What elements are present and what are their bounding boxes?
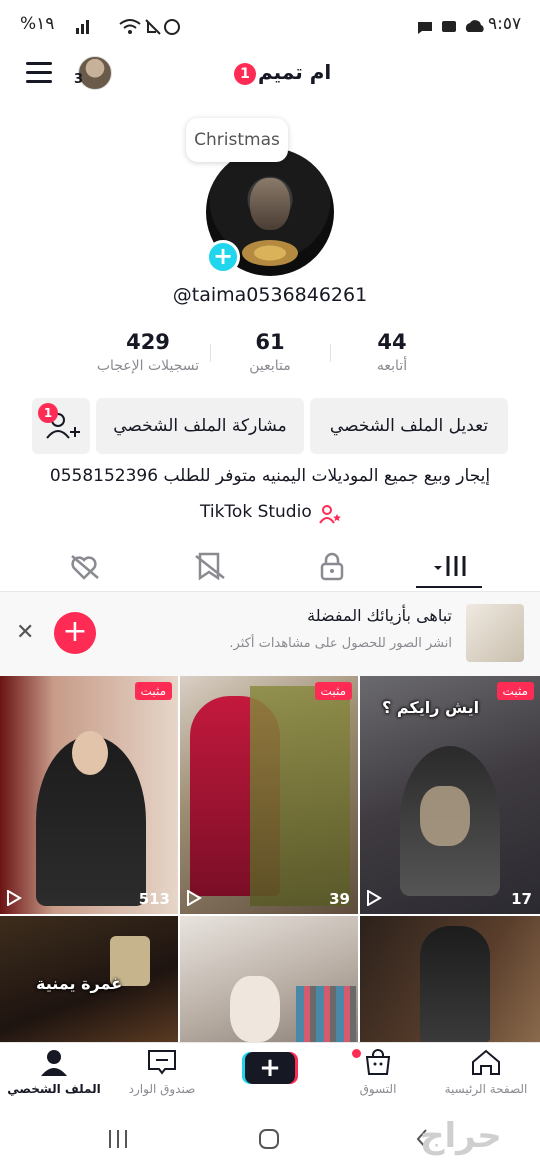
edit-profile-button[interactable]: تعديل الملف الشخصي <box>310 398 508 454</box>
nav-shop[interactable]: التسوق <box>328 1048 428 1096</box>
video-overlay-text: ايش رايكم ؟ <box>382 698 480 717</box>
play-icon <box>367 890 382 906</box>
stat-value: 429 <box>126 330 170 354</box>
avatar-face <box>250 178 290 230</box>
shop-notification-dot <box>352 1049 361 1058</box>
recents-icon[interactable] <box>106 1128 130 1150</box>
liked-hidden-icon <box>71 555 99 580</box>
stat-label: متابعين <box>249 358 291 374</box>
notification-icons <box>418 20 484 34</box>
nav-label: صندوق الوارد <box>128 1082 196 1096</box>
nav-home[interactable]: الصفحة الرئيسية <box>436 1048 536 1096</box>
tiktok-studio-link[interactable]: TikTok Studio <box>200 502 312 522</box>
shop-bag-icon <box>365 1049 391 1075</box>
profile-bio: إيجار وبيع جميع الموديلات اليمنيه متوفر … <box>49 466 491 486</box>
tab-videos[interactable] <box>432 548 472 584</box>
video-tile[interactable]: مثبت 39 <box>180 676 358 914</box>
stat-following[interactable]: 44 أتابعه <box>322 330 462 374</box>
clock: ٩:٥٧ <box>488 14 522 34</box>
nav-label: الصفحة الرئيسية <box>444 1082 528 1096</box>
avatar-hands <box>242 240 298 266</box>
video-tile[interactable] <box>180 916 358 1042</box>
tile-face <box>72 731 108 775</box>
nav-inbox[interactable]: صندوق الوارد <box>112 1048 212 1096</box>
video-tile[interactable]: مثبت 513 <box>0 676 178 914</box>
home-icon <box>472 1049 500 1075</box>
stat-value: 44 <box>377 330 407 354</box>
battery-level: %١٩ <box>20 14 55 34</box>
pinned-badge: مثبت <box>134 682 172 700</box>
tile-figure <box>230 976 280 1042</box>
promo-subtitle: انشر الصور للحصول على مشاهدات أكثر. <box>229 636 452 651</box>
wifi-icon <box>119 19 141 29</box>
signal-icon <box>76 20 89 34</box>
status-bar: %١٩ ٩:٥٧ <box>0 0 540 52</box>
profile-note-bubble[interactable]: Christmas <box>186 118 288 162</box>
nav-label: التسوق <box>359 1082 397 1096</box>
profile-name-title[interactable]: ام تميم <box>258 60 331 84</box>
watermark-logo: حراج <box>420 1116 502 1156</box>
stat-value: 61 <box>255 330 285 354</box>
home-button-icon[interactable] <box>258 1128 280 1150</box>
pinned-badge: مثبت <box>314 682 352 700</box>
stat-label: تسجيلات الإعجاب <box>96 358 200 374</box>
nav-profile[interactable]: الملف الشخصي <box>4 1048 104 1096</box>
stat-label: أتابعه <box>376 358 408 374</box>
inbox-icon <box>148 1050 176 1075</box>
video-icon <box>442 21 456 32</box>
system-nav-bar: حراج <box>0 1110 540 1170</box>
tile-rack <box>296 986 356 1042</box>
studio-person-icon <box>319 505 341 524</box>
view-count: 513 <box>138 890 170 908</box>
create-button[interactable]: + <box>242 1050 298 1086</box>
view-count: 39 <box>329 890 350 908</box>
alarm-icon <box>164 19 180 35</box>
tile-figure <box>420 926 490 1042</box>
profile-person-icon <box>41 1050 67 1076</box>
promo-thumbnail <box>466 604 524 662</box>
account-count: 3 <box>74 72 84 87</box>
promo-title: تباهى بأزيائك المفضلة <box>307 606 452 625</box>
play-icon <box>7 890 22 906</box>
tile-veil <box>420 786 470 846</box>
nav-label: الملف الشخصي <box>7 1082 101 1096</box>
content-tabs <box>0 540 540 592</box>
profile-handle: @taima0536846261 <box>172 284 368 306</box>
video-tile[interactable]: غمرة يمنية <box>0 916 178 1042</box>
cloud-icon <box>465 20 484 32</box>
close-icon[interactable]: ✕ <box>16 620 34 645</box>
stat-followers[interactable]: 61 متابعين <box>200 330 340 374</box>
account-switch-avatar[interactable] <box>78 56 112 90</box>
favorites-hidden-icon <box>195 552 225 581</box>
view-count: 17 <box>511 890 532 908</box>
mute-icon <box>145 19 161 35</box>
stat-likes[interactable]: 429 تسجيلات الإعجاب <box>78 330 218 374</box>
tab-favorites[interactable] <box>190 548 230 584</box>
grid-icon <box>434 556 466 576</box>
promo-add-button[interactable]: + <box>54 612 96 654</box>
play-icon <box>187 890 202 906</box>
add-friend-badge: 1 <box>38 403 58 423</box>
add-story-icon[interactable]: + <box>206 240 240 274</box>
tab-liked[interactable] <box>64 548 104 584</box>
chat-icon <box>418 22 432 34</box>
tile-shawl <box>250 686 350 906</box>
tab-private[interactable] <box>312 548 352 584</box>
create-plus-label: + <box>259 1053 281 1083</box>
video-overlay-text: غمرة يمنية <box>36 974 123 993</box>
share-profile-button[interactable]: مشاركة الملف الشخصي <box>96 398 304 454</box>
title-notification-badge: 1 <box>234 63 256 85</box>
menu-icon[interactable] <box>26 62 52 84</box>
lock-icon <box>320 552 344 581</box>
video-tile[interactable] <box>360 916 540 1042</box>
status-icons <box>76 19 180 35</box>
active-tab-indicator <box>416 586 482 588</box>
pinned-badge: مثبت <box>496 682 534 700</box>
video-tile[interactable]: ايش رايكم ؟ مثبت 17 <box>360 676 540 914</box>
